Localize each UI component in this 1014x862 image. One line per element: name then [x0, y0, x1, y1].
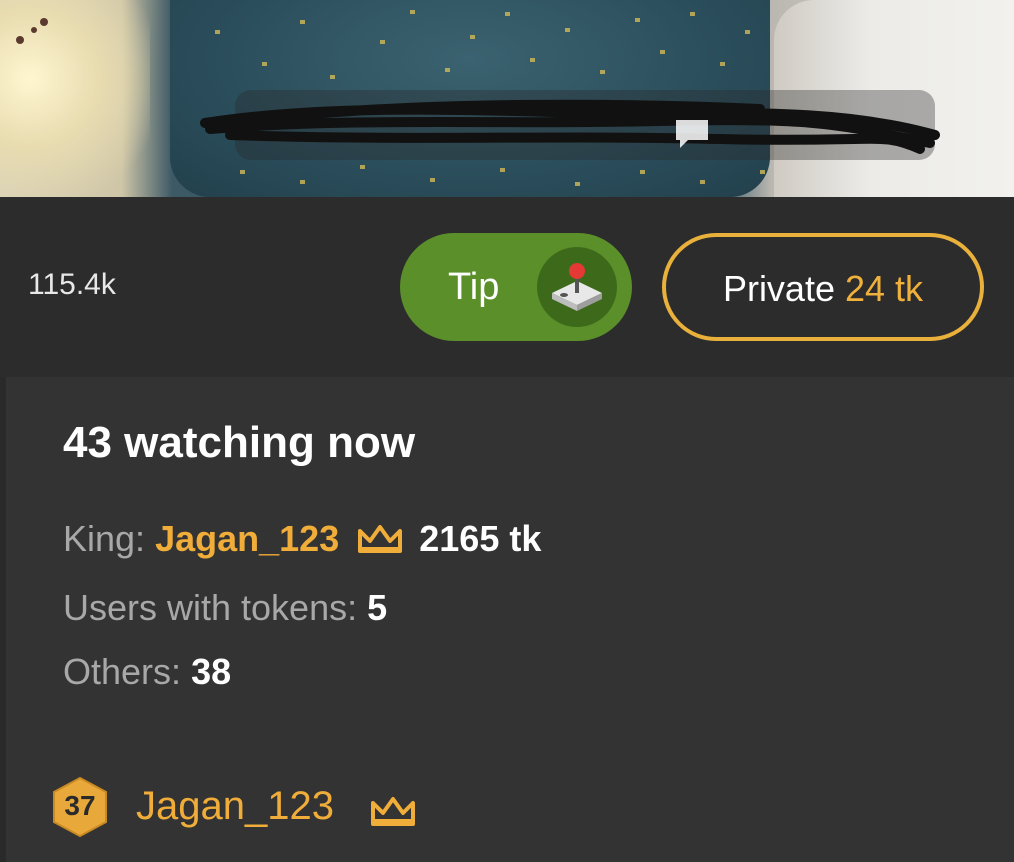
watching-now-title: 43 watching now: [63, 418, 416, 467]
others-row: Others: 38: [63, 651, 231, 693]
king-username[interactable]: Jagan_123: [155, 518, 339, 559]
total-viewers-count: 115.4k: [28, 268, 116, 301]
user-name[interactable]: Jagan_123: [136, 784, 334, 829]
private-show-button[interactable]: Private 24 tk: [662, 233, 984, 341]
others-label: Others:: [63, 651, 182, 692]
chat-bubble-icon: [676, 120, 708, 148]
private-price: 24 tk: [845, 268, 924, 309]
users-with-tokens-row: Users with tokens: 5: [63, 587, 387, 629]
video-player[interactable]: [0, 0, 1014, 197]
user-level: 37: [64, 790, 96, 821]
private-button-label: Private 24 tk: [666, 268, 980, 310]
tip-button-label: Tip: [448, 266, 500, 308]
crown-icon: [358, 525, 403, 553]
redaction-scribble: [200, 99, 940, 154]
others-value: 38: [191, 651, 232, 692]
king-amount: 2165 tk: [419, 518, 542, 559]
tip-button[interactable]: Tip: [400, 233, 632, 341]
users-with-tokens-value: 5: [367, 587, 388, 628]
users-with-tokens-label: Users with tokens:: [63, 587, 358, 628]
joystick-icon: [537, 247, 617, 327]
king-label: King:: [63, 518, 146, 559]
private-label-text: Private: [722, 268, 835, 309]
king-row: King: Jagan_123 2165 tk: [63, 518, 541, 560]
crown-icon: [371, 797, 415, 826]
